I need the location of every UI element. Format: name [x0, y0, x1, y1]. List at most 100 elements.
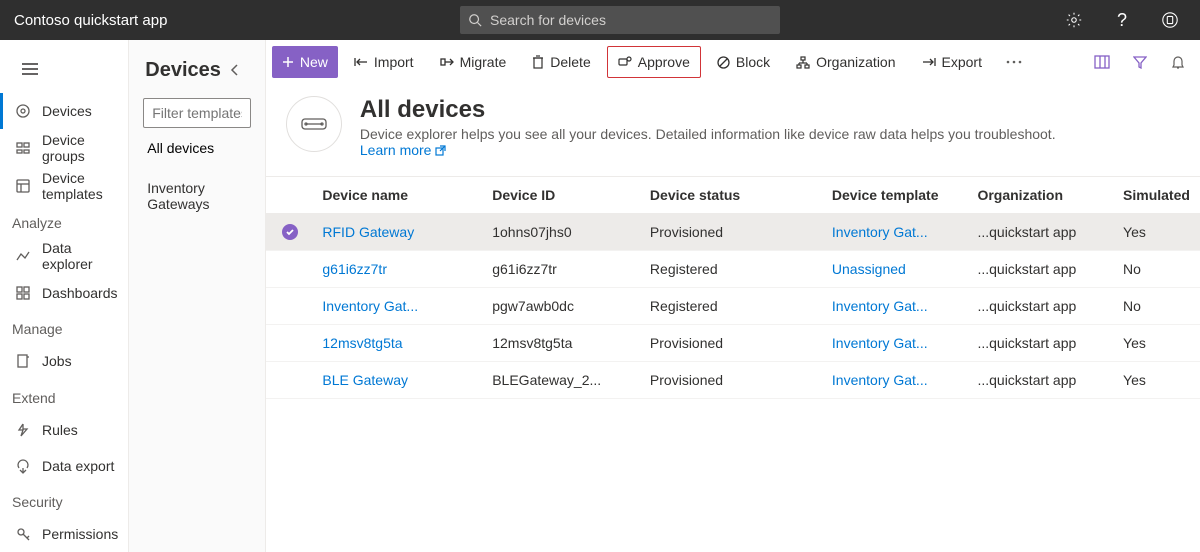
new-button[interactable]: New: [272, 46, 338, 78]
nav-item-rules[interactable]: Rules: [0, 412, 128, 448]
nav-label: Permissions: [42, 526, 118, 542]
row-checkbox[interactable]: [266, 214, 315, 251]
main-content: New Import Migrate Delete Approve Block: [266, 40, 1200, 552]
cell-org: ...quickstart app: [969, 325, 1115, 362]
more-button[interactable]: [998, 46, 1030, 78]
filter-templates-input[interactable]: [143, 98, 251, 128]
cell-id: 1ohns07jhs0: [484, 214, 642, 251]
template-panel: Devices All devices Inventory Gateways: [129, 40, 266, 552]
table-row[interactable]: Inventory Gat...pgw7awb0dcRegisteredInve…: [266, 288, 1200, 325]
nav-item-jobs[interactable]: Jobs: [0, 343, 128, 379]
export-button[interactable]: Export: [912, 46, 992, 78]
help-button[interactable]: ?: [1106, 4, 1138, 36]
nav-item-data-export[interactable]: Data export: [0, 448, 128, 484]
table-row[interactable]: g61i6zz7trg61i6zz7trRegisteredUnassigned…: [266, 251, 1200, 288]
cell-id: BLEGateway_2...: [484, 362, 642, 399]
cell-name[interactable]: g61i6zz7tr: [314, 251, 484, 288]
nav-label: Jobs: [42, 353, 72, 369]
nav-group-analyze: Analyze: [0, 205, 128, 237]
cell-name[interactable]: RFID Gateway: [314, 214, 484, 251]
cell-template[interactable]: Inventory Gat...: [824, 214, 970, 251]
template-inventory-gateways[interactable]: Inventory Gateways: [143, 168, 251, 224]
btn-label: Export: [942, 54, 982, 70]
search-icon: [468, 13, 482, 27]
cell-id: pgw7awb0dc: [484, 288, 642, 325]
cell-name[interactable]: BLE Gateway: [314, 362, 484, 399]
migrate-button[interactable]: Migrate: [430, 46, 517, 78]
table-row[interactable]: RFID Gateway1ohns07jhs0ProvisionedInvent…: [266, 214, 1200, 251]
table-row[interactable]: 12msv8tg5ta12msv8tg5taProvisionedInvento…: [266, 325, 1200, 362]
row-checkbox[interactable]: [266, 325, 315, 362]
notifications-button[interactable]: [1162, 46, 1194, 78]
approve-button[interactable]: Approve: [607, 46, 701, 78]
btn-label: Import: [374, 54, 414, 70]
col-template[interactable]: Device template: [824, 177, 970, 214]
device-hero-icon: [299, 115, 329, 133]
row-checkbox[interactable]: [266, 251, 315, 288]
filter-button[interactable]: [1124, 46, 1156, 78]
cell-org: ...quickstart app: [969, 214, 1115, 251]
organization-button[interactable]: Organization: [786, 46, 905, 78]
search-input[interactable]: [490, 12, 772, 28]
nav-toggle[interactable]: [12, 52, 48, 85]
col-status[interactable]: Device status: [642, 177, 824, 214]
chevron-left-icon: [228, 63, 242, 77]
table-row[interactable]: BLE GatewayBLEGateway_2...ProvisionedInv…: [266, 362, 1200, 399]
cell-name[interactable]: 12msv8tg5ta: [314, 325, 484, 362]
block-button[interactable]: Block: [707, 46, 780, 78]
btn-label: Migrate: [460, 54, 507, 70]
hero-section: All devices Device explorer helps you se…: [266, 84, 1200, 176]
panel-title: Devices: [145, 59, 221, 82]
hero-icon-circle: [286, 96, 342, 152]
search-box[interactable]: [460, 6, 780, 34]
columns-button[interactable]: [1086, 46, 1118, 78]
import-button[interactable]: Import: [344, 46, 424, 78]
row-checkbox[interactable]: [266, 288, 315, 325]
col-sim[interactable]: Simulated: [1115, 177, 1200, 214]
nav-item-device-templates[interactable]: Device templates: [0, 167, 128, 205]
col-org[interactable]: Organization: [969, 177, 1115, 214]
columns-icon: [1094, 55, 1110, 69]
cell-template[interactable]: Inventory Gat...: [824, 288, 970, 325]
col-id[interactable]: Device ID: [484, 177, 642, 214]
btn-label: Delete: [550, 54, 590, 70]
dashboards-icon: [14, 284, 32, 302]
nav-item-permissions[interactable]: Permissions: [0, 516, 128, 552]
data-explorer-icon: [14, 247, 32, 265]
cell-template[interactable]: Inventory Gat...: [824, 362, 970, 399]
cell-status: Provisioned: [642, 362, 824, 399]
learn-more-link[interactable]: Learn more: [360, 142, 447, 158]
cell-template[interactable]: Inventory Gat...: [824, 325, 970, 362]
cell-template[interactable]: Unassigned: [824, 251, 970, 288]
permissions-icon: [14, 525, 32, 543]
col-name[interactable]: Device name: [314, 177, 484, 214]
cell-status: Provisioned: [642, 214, 824, 251]
cell-sim: Yes: [1115, 362, 1200, 399]
nav-item-dashboards[interactable]: Dashboards: [0, 275, 128, 311]
row-checkbox[interactable]: [266, 362, 315, 399]
cell-sim: No: [1115, 251, 1200, 288]
cell-name[interactable]: Inventory Gat...: [314, 288, 484, 325]
nav-item-device-groups[interactable]: Device groups: [0, 129, 128, 167]
feedback-button[interactable]: [1154, 4, 1186, 36]
data-export-icon: [14, 457, 32, 475]
settings-button[interactable]: [1058, 4, 1090, 36]
bell-icon: [1171, 55, 1185, 70]
nav-label: Device templates: [42, 170, 118, 202]
top-header: Contoso quickstart app ?: [0, 0, 1200, 40]
help-icon: ?: [1117, 10, 1127, 31]
import-icon: [354, 56, 368, 68]
btn-label: Block: [736, 54, 770, 70]
nav-item-data-explorer[interactable]: Data explorer: [0, 237, 128, 275]
cell-id: 12msv8tg5ta: [484, 325, 642, 362]
delete-button[interactable]: Delete: [522, 46, 600, 78]
nav-group-extend: Extend: [0, 380, 128, 412]
nav-item-devices[interactable]: Devices: [0, 93, 128, 129]
org-icon: [796, 56, 810, 69]
migrate-icon: [440, 56, 454, 68]
template-all-devices[interactable]: All devices: [143, 128, 251, 168]
collapse-panel-button[interactable]: [221, 56, 249, 84]
nav-group-security: Security: [0, 484, 128, 516]
device-table: Device name Device ID Device status Devi…: [266, 176, 1200, 399]
filter-icon: [1133, 55, 1147, 69]
